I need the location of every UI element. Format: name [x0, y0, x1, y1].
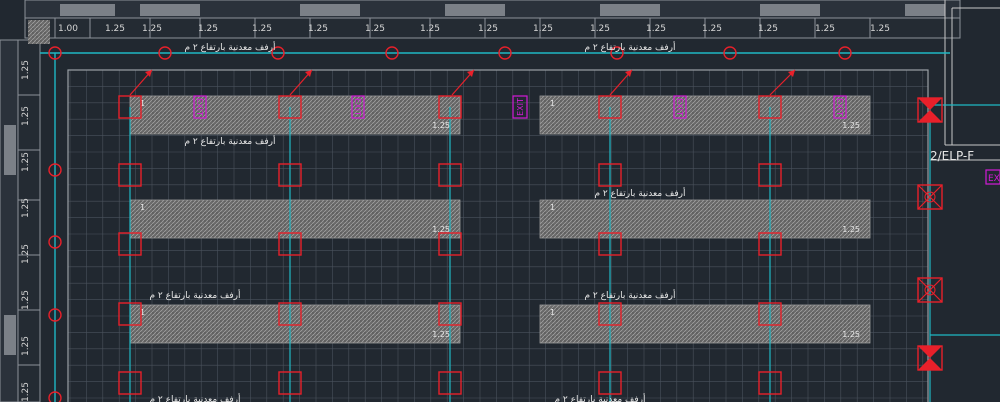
ruler-block: [905, 4, 945, 16]
ruler-top-label: 1.00: [58, 24, 78, 34]
shelf-annotation: أرفف معدنية بارتفاع ٢ م: [149, 289, 240, 301]
ruler-top-label: 1.25: [365, 24, 385, 34]
shelf-dimension: 1.25: [842, 121, 860, 130]
shelf-dimension: 1.25: [842, 225, 860, 234]
ruler-block: [140, 4, 200, 16]
ruler-block: [4, 315, 16, 355]
ruler-top-label: 1.25: [590, 24, 610, 34]
shelf-dimension: 1: [140, 203, 145, 212]
metal-shelf: [539, 304, 871, 344]
ruler-top-label: 1.25: [142, 24, 162, 34]
cad-drawing-canvas[interactable]: 1.00 1.25 1.25 1.25 1.25 1.25 1.25 1.25 1.25 1.25…: [0, 0, 1000, 402]
ruler-top-label: 1.25: [533, 24, 553, 34]
exit-sign-label: EXIT: [835, 98, 844, 116]
exit-sign-label: EXIT: [195, 98, 204, 116]
shelf-annotation: أرفف معدنية بارتفاع ٢ م: [584, 289, 675, 301]
ruler-top-label: 1.25: [702, 24, 722, 34]
ruler-left-label: 1.25: [21, 244, 31, 264]
ruler-top-label: 1.25: [646, 24, 666, 34]
exit-sign-icon[interactable]: EXIT: [512, 95, 528, 119]
ruler-block: [760, 4, 820, 16]
shelf-annotation: أرفف معدنية بارتفاع ٢ م: [594, 187, 685, 199]
ruler-left-label: 1.25: [21, 198, 31, 218]
shelf-annotation: أرفف معدنية بارتفاع ٢ م: [149, 393, 240, 402]
shelf-annotation: أرفف معدنية بارتفاع ٢ م: [584, 41, 675, 53]
corner-hatch-block: [28, 20, 50, 44]
ruler-top-label: 1.25: [198, 24, 218, 34]
ruler-top-label: 1.25: [308, 24, 328, 34]
ruler-block: [600, 4, 660, 16]
shelf-dimension: 1.25: [432, 121, 450, 130]
left-dimension-ruler: 1.25 1.25 1.25 1.25 1.25 1.25 1.25 1.25: [0, 39, 41, 402]
exit-sign-label: EXIT: [675, 98, 684, 116]
ruler-left-label: 1.25: [21, 336, 31, 356]
ruler-left-label: 1.25: [21, 382, 31, 402]
ruler-top-label: 1.25: [420, 24, 440, 34]
ruler-block: [60, 4, 115, 16]
ruler-block: [300, 4, 360, 16]
metal-shelf: [129, 304, 461, 344]
metal-shelf: [539, 95, 871, 135]
ruler-left-label: 1.25: [21, 60, 31, 80]
ruler-top-label: 1.25: [870, 24, 890, 34]
shelf-dimension: 1: [550, 203, 555, 212]
exit-sign-label: EXIT: [353, 98, 362, 116]
shelf-annotation: أرفف معدنية بارتفاع ٢ م: [184, 41, 275, 53]
exit-sign-icon[interactable]: EXIT: [673, 95, 687, 119]
exit-sign-label: EX: [988, 174, 1000, 184]
metal-shelf: [539, 199, 871, 239]
ruler-top-label: 1.25: [758, 24, 778, 34]
ruler-top-label: 1.25: [815, 24, 835, 34]
shelf-dimension: 1.25: [842, 330, 860, 339]
exit-sign-icon[interactable]: EXIT: [833, 95, 847, 119]
ruler-top-label: 1.25: [252, 24, 272, 34]
ruler-block: [445, 4, 505, 16]
ruler-left-label: 1.25: [21, 152, 31, 172]
top-dimension-ruler: 1.00 1.25 1.25 1.25 1.25 1.25 1.25 1.25 1.25 1.25…: [24, 0, 961, 39]
shelf-dimension: 1.25: [432, 330, 450, 339]
shelf-dimension: 1: [550, 99, 555, 108]
ruler-left-label: 1.25: [21, 106, 31, 126]
shelf-annotation: أرفف معدنية بارتفاع ٢ م: [554, 393, 645, 402]
exit-sign-icon[interactable]: EXIT: [193, 95, 207, 119]
ruler-top-label: 1.25: [105, 24, 125, 34]
exit-sign-label: EXIT: [516, 98, 525, 116]
ruler-top-label: 1.25: [478, 24, 498, 34]
exit-sign-icon[interactable]: EXIT: [351, 95, 365, 119]
ruler-block: [4, 125, 16, 175]
shelf-annotation: أرفف معدنية بارتفاع ٢ م: [184, 135, 275, 147]
ruler-left-label: 1.25: [21, 290, 31, 310]
metal-shelf: [129, 95, 461, 135]
shelf-dimension: 1: [550, 308, 555, 317]
panel-label: 2/ELP-F: [930, 149, 974, 163]
